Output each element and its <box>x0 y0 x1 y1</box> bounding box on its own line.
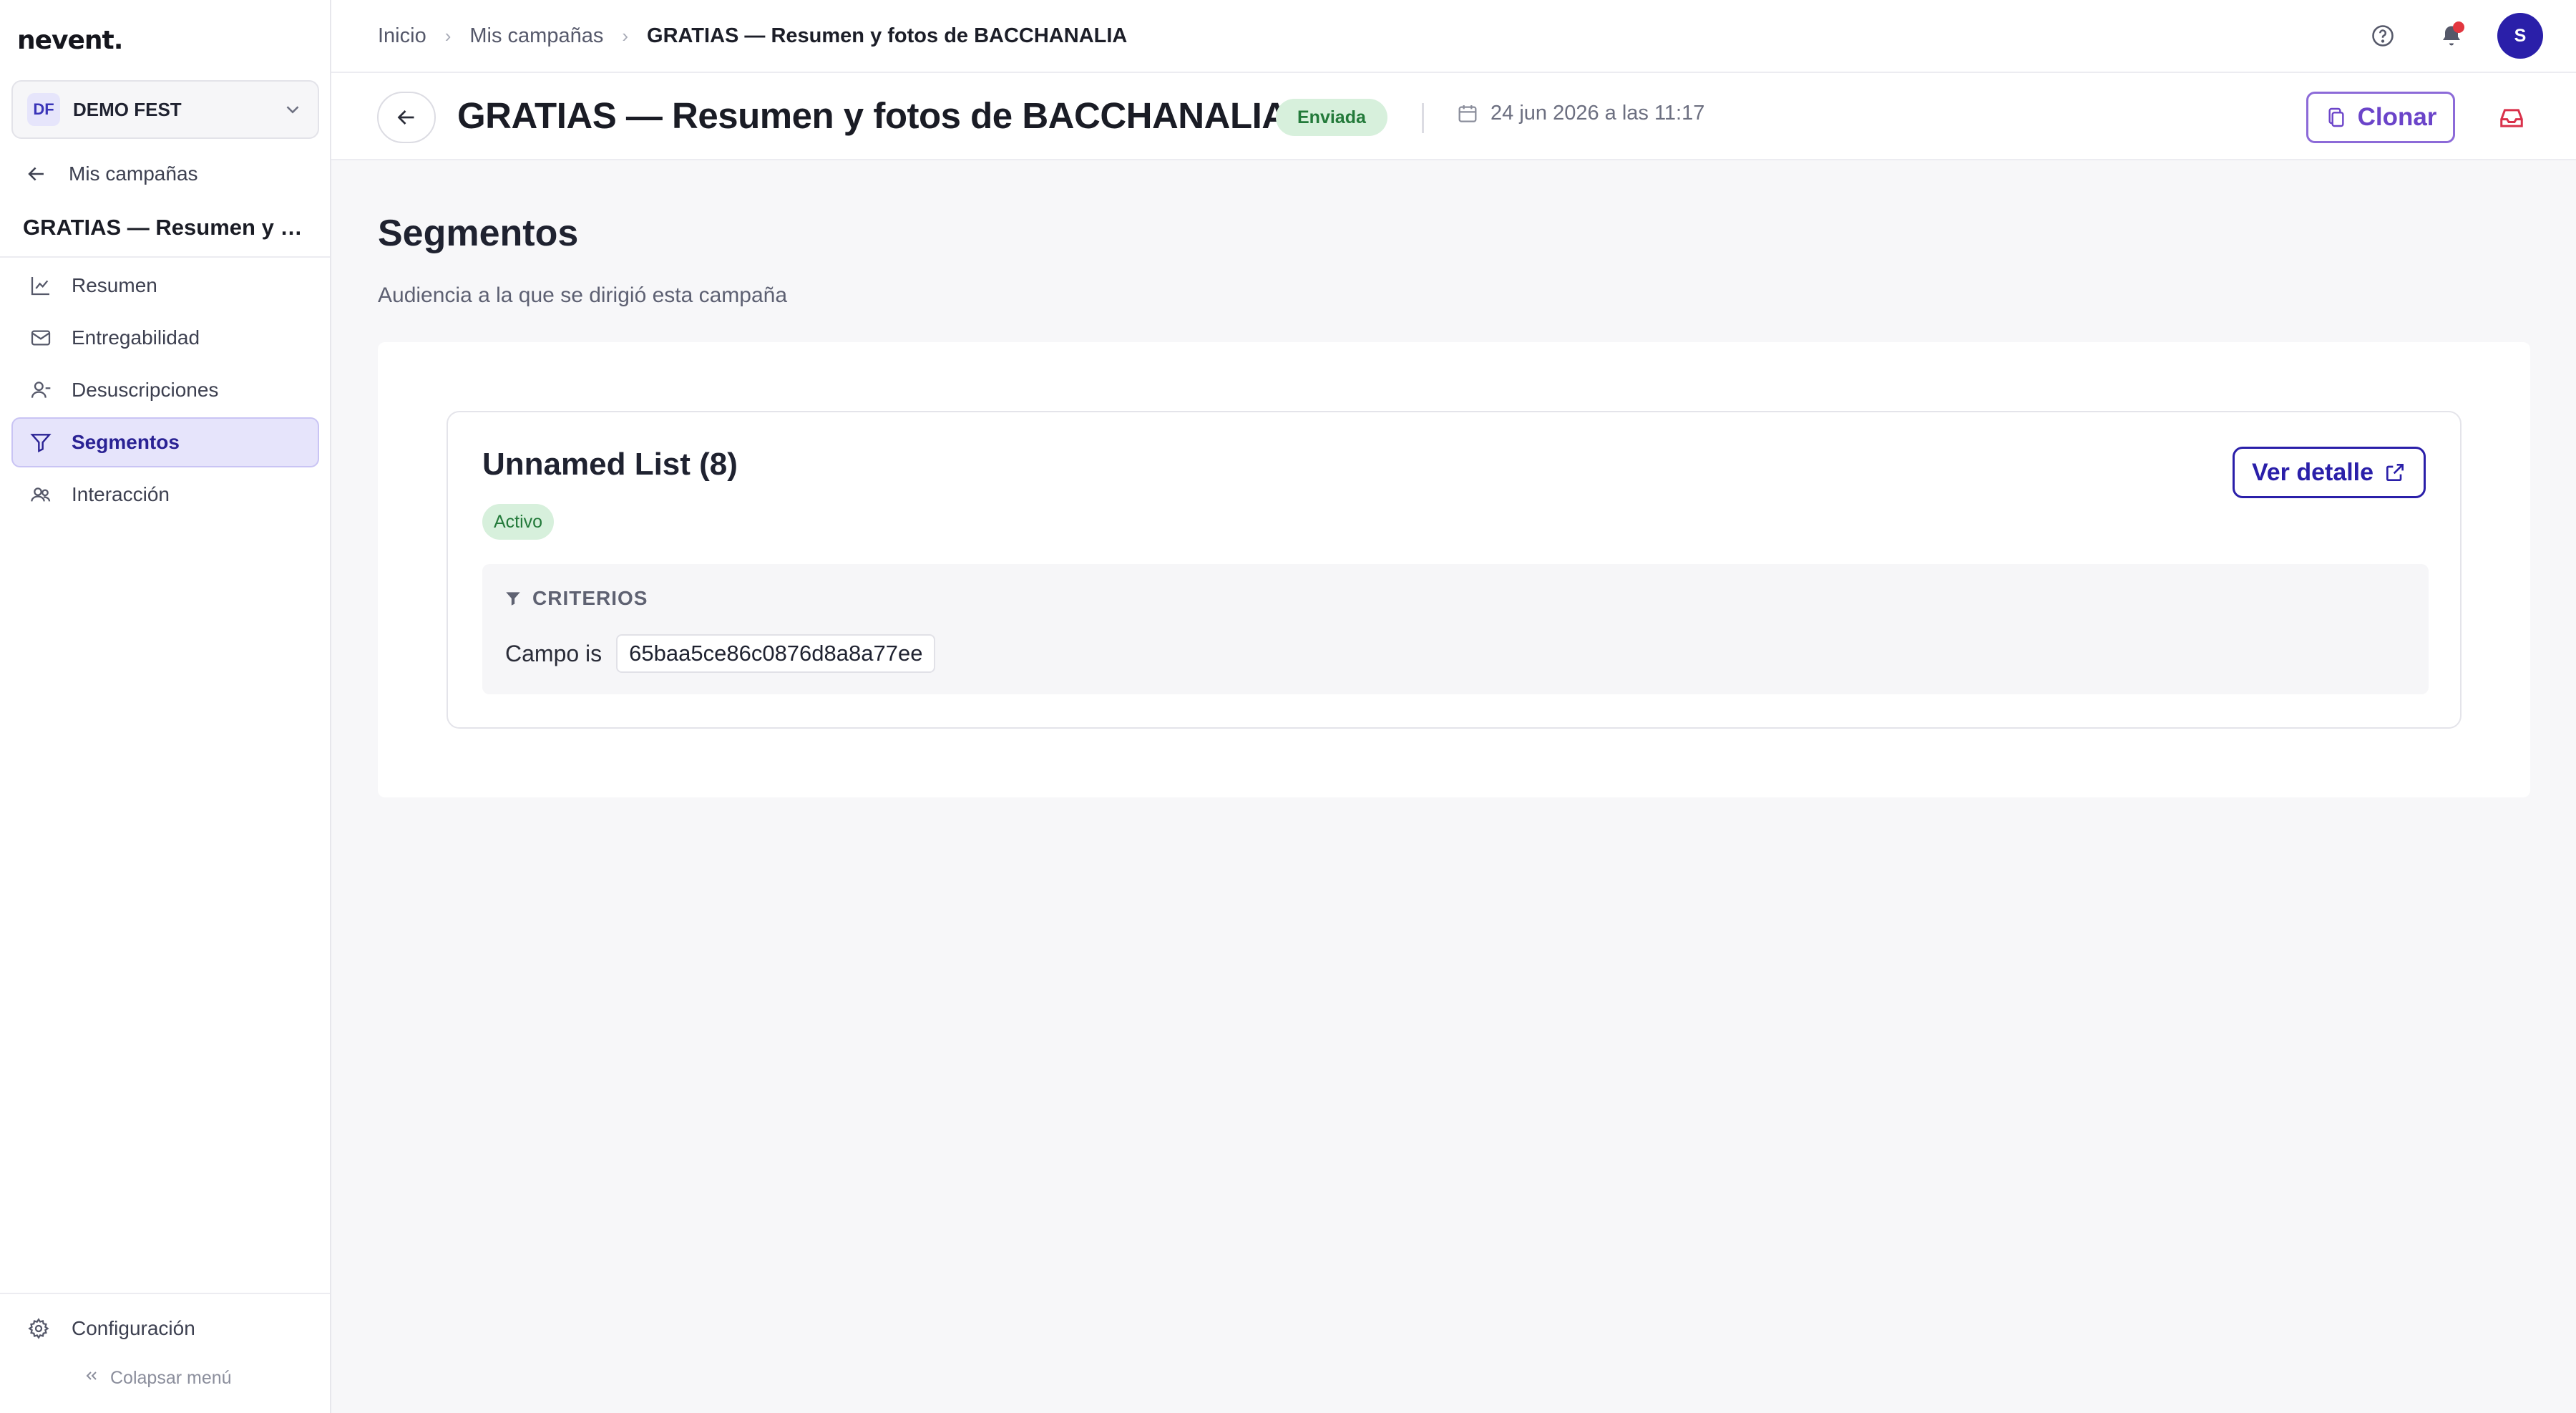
criteria-row: Campo is 65baa5ce86c0876d8a8a77ee <box>505 634 936 673</box>
collapse-menu-label: Colapsar menú <box>110 1368 232 1388</box>
user-minus-icon <box>29 378 53 402</box>
criteria-value: 65baa5ce86c0876d8a8a77ee <box>616 634 936 673</box>
criteria-field: Campo is <box>505 640 602 666</box>
section-title: Segmentos <box>378 213 579 254</box>
gear-icon <box>28 1318 49 1339</box>
settings-link[interactable]: Configuración <box>27 1317 195 1340</box>
app-logo[interactable]: nevent. <box>17 26 123 55</box>
user-avatar[interactable]: S <box>2497 13 2543 59</box>
mail-icon <box>29 326 53 350</box>
sidebar-item-label: Segmentos <box>72 431 180 453</box>
sidebar-item-label: Interacción <box>72 483 170 505</box>
breadcrumb-inicio[interactable]: Inicio <box>378 24 426 48</box>
breadcrumb-mis-campanas[interactable]: Mis campañas <box>469 24 603 48</box>
sidebar-campaign-name: GRATIAS — Resumen y fotos de BACCHANALIA <box>23 215 309 240</box>
breadcrumb-chevron-icon: › <box>622 24 629 47</box>
back-to-campaigns-link[interactable]: Mis campañas <box>24 162 198 186</box>
inbox-icon <box>2500 109 2523 127</box>
breadcrumb-chevron-icon: › <box>444 24 452 47</box>
clone-label: Clonar <box>2357 103 2437 131</box>
org-selector[interactable]: DF DEMO FEST <box>11 80 319 139</box>
chevrons-left-icon <box>83 1367 100 1389</box>
sidebar-item-label: Desuscripciones <box>72 379 219 401</box>
segment-card: Unnamed List (8) Activo Ver detalle CRIT… <box>447 411 2462 729</box>
top-actions: S <box>2337 13 2543 59</box>
breadcrumb-current: GRATIAS — Resumen y fotos de BACCHANALIA <box>647 24 1128 47</box>
sidebar-item-desuscripciones[interactable]: Desuscripciones <box>11 365 319 415</box>
org-name: DEMO FEST <box>73 98 182 120</box>
collapse-menu-button[interactable]: Colapsar menú <box>83 1367 232 1389</box>
external-link-icon <box>2386 464 2404 481</box>
sent-date: 24 jun 2026 a las 11:17 <box>1456 102 1704 125</box>
notifications-button[interactable] <box>2429 13 2474 59</box>
criteria-box: CRITERIOS Campo is 65baa5ce86c0876d8a8a7… <box>482 564 2429 694</box>
criteria-header: CRITERIOS <box>504 587 648 610</box>
sidebar-item-interaccion[interactable]: Interacción <box>11 470 319 520</box>
help-button[interactable] <box>2360 13 2406 59</box>
view-detail-button[interactable]: Ver detalle <box>2233 447 2426 498</box>
sidebar-item-segmentos[interactable]: Segmentos <box>11 417 319 467</box>
page-title: GRATIAS — Resumen y fotos de BACCHANALIA <box>457 95 1288 136</box>
sidebar-item-resumen[interactable]: Resumen <box>11 261 319 311</box>
filter-icon <box>506 592 520 606</box>
segment-name: Unnamed List (8) <box>482 447 738 482</box>
copy-icon <box>2328 107 2344 127</box>
arrow-left-icon <box>397 110 414 125</box>
back-button[interactable] <box>377 92 436 143</box>
segment-status-badge: Activo <box>482 504 555 540</box>
segments-panel: Unnamed List (8) Activo Ver detalle CRIT… <box>378 342 2530 797</box>
clone-button[interactable]: Clonar <box>2306 92 2455 143</box>
filter-icon <box>29 430 53 455</box>
section-subtitle: Audiencia a la que se dirigió esta campa… <box>378 283 788 307</box>
back-to-campaigns-label: Mis campañas <box>69 162 198 185</box>
divider <box>1422 103 1424 133</box>
users-icon <box>29 482 53 507</box>
divider <box>0 1293 330 1294</box>
arrow-left-icon <box>28 167 44 181</box>
org-avatar: DF <box>27 93 60 126</box>
view-detail-label: Ver detalle <box>2251 458 2374 486</box>
campaign-header: GRATIAS — Resumen y fotos de BACCHANALIA… <box>331 73 2576 160</box>
criteria-title: CRITERIOS <box>532 587 648 609</box>
status-badge: Enviada <box>1276 99 1387 136</box>
calendar-icon <box>1458 105 1477 122</box>
chevron-down-icon <box>286 106 299 114</box>
sidebar-item-entregabilidad[interactable]: Entregabilidad <box>11 313 319 363</box>
chart-icon <box>29 273 53 298</box>
inbox-button[interactable] <box>2495 102 2528 135</box>
notification-badge <box>2453 21 2464 33</box>
divider <box>0 256 330 258</box>
campaign-nav: Resumen Entregabilidad Desuscripciones S… <box>11 261 319 522</box>
sidebar-item-label: Entregabilidad <box>72 326 200 349</box>
sent-date-text: 24 jun 2026 a las 11:17 <box>1491 102 1705 125</box>
top-bar: Inicio › Mis campañas › GRATIAS — Resume… <box>331 0 2576 73</box>
settings-label: Configuración <box>72 1317 195 1339</box>
sidebar-item-label: Resumen <box>72 274 157 296</box>
sidebar: nevent. DF DEMO FEST Mis campañas GRATIA… <box>0 0 331 1413</box>
help-icon <box>2372 25 2394 47</box>
